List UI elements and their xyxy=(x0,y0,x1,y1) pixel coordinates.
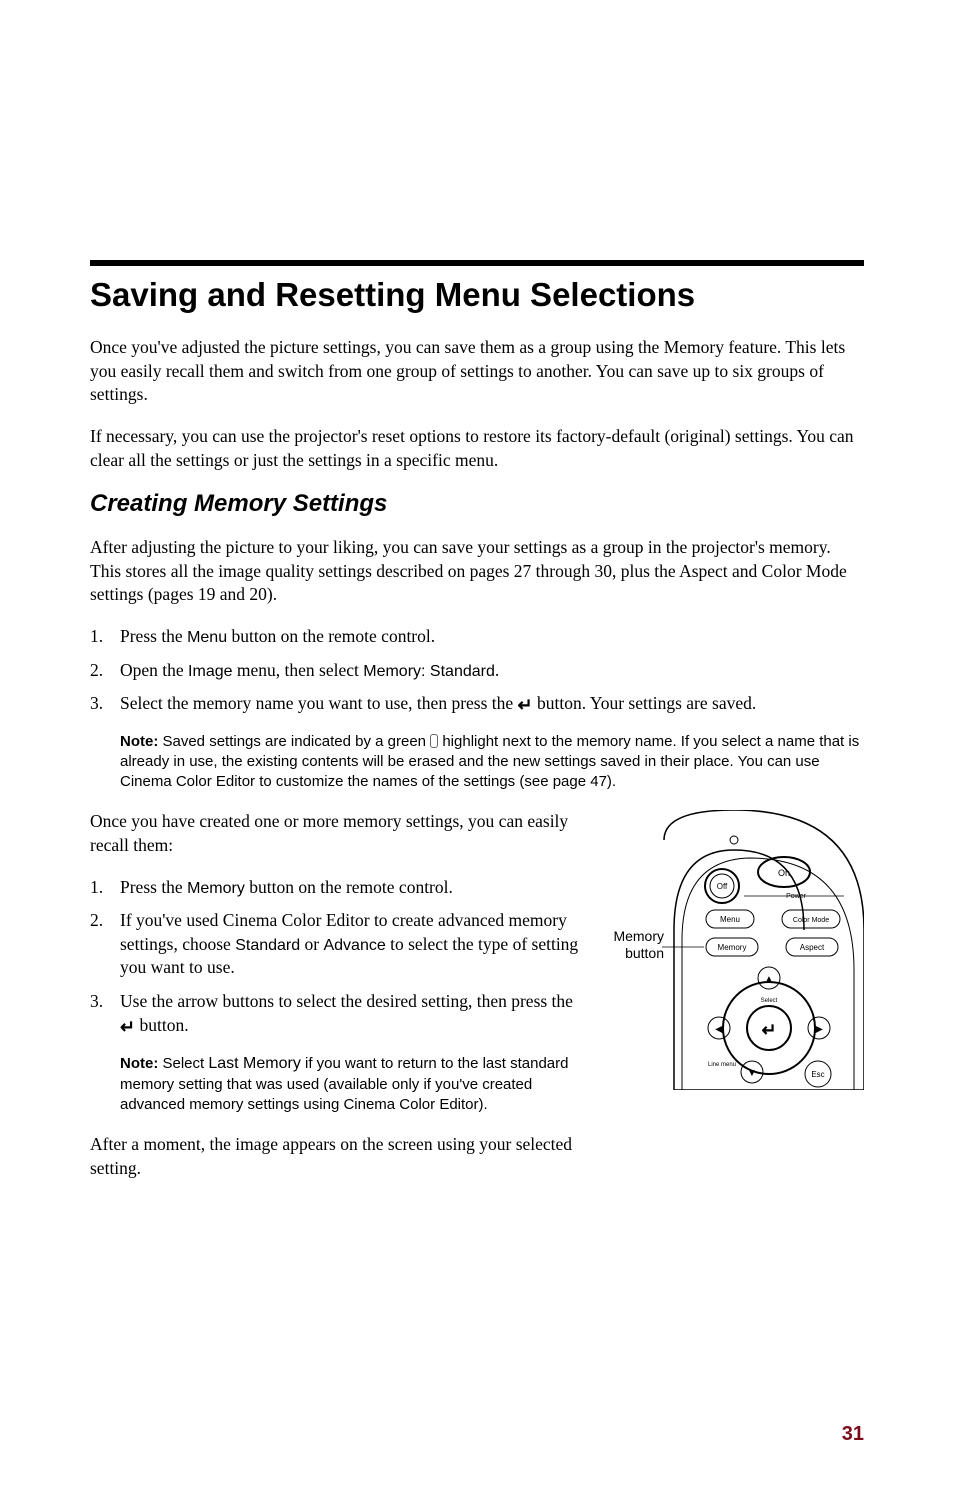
enter-btn-icon: ↵ xyxy=(761,1020,776,1040)
advance-label: Advance xyxy=(323,937,385,954)
procedure-list-b: 1. Press the Memory button on the remote… xyxy=(90,876,580,1039)
last-memory-label: Last Memory xyxy=(208,1055,300,1072)
memory-btn: Memory xyxy=(718,943,747,952)
down-arrow-icon: ▼ xyxy=(747,1068,757,1079)
between-paragraph: Once you have created one or more memory… xyxy=(90,810,580,857)
intro-paragraph-1: Once you've adjusted the picture setting… xyxy=(90,336,864,407)
enter-icon: ↵ xyxy=(518,693,533,717)
step-a3: 3. Select the memory name you want to us… xyxy=(90,692,864,717)
procedure-list-a: 1. Press the Menu button on the remote c… xyxy=(90,625,864,718)
intro-paragraph-2: If necessary, you can use the projector'… xyxy=(90,425,864,472)
memory-button-label: Memory xyxy=(187,880,245,897)
memory-standard-label: Memory: Standard xyxy=(363,663,495,680)
enter-icon: ↵ xyxy=(120,1015,135,1039)
menu-btn: Menu xyxy=(720,915,740,924)
highlight-pill-icon xyxy=(430,734,438,748)
page-title: Saving and Resetting Menu Selections xyxy=(90,276,864,314)
on-button: On xyxy=(778,868,790,878)
closing-paragraph: After a moment, the image appears on the… xyxy=(90,1133,580,1180)
select-label: Select xyxy=(761,998,778,1004)
colormode-btn: Color Mode xyxy=(793,917,829,924)
title-rule xyxy=(90,260,864,266)
note-2: Note: Select Last Memory if you want to … xyxy=(120,1053,580,1115)
up-arrow-icon: ▲ xyxy=(764,974,774,985)
off-button: Off xyxy=(717,882,728,891)
aspect-btn: Aspect xyxy=(800,943,825,952)
standard-label: Standard xyxy=(235,937,300,954)
note-1: Note: Saved settings are indicated by a … xyxy=(120,732,864,793)
step-a2: 2. Open the Image menu, then select Memo… xyxy=(90,659,864,683)
section-heading: Creating Memory Settings xyxy=(90,490,864,518)
section-intro: After adjusting the picture to your liki… xyxy=(90,536,864,607)
step-b2: 2. If you've used Cinema Color Editor to… xyxy=(90,909,580,980)
left-arrow-icon: ◀ xyxy=(715,1024,723,1035)
step-b3: 3. Use the arrow buttons to select the d… xyxy=(90,990,580,1039)
step-b1: 1. Press the Memory button on the remote… xyxy=(90,876,580,900)
note-label: Note: xyxy=(120,733,158,750)
right-arrow-icon: ▶ xyxy=(815,1024,823,1035)
page-number: 31 xyxy=(842,1423,864,1446)
menu-button-label: Menu xyxy=(187,629,227,646)
note-label: Note: xyxy=(120,1055,158,1072)
power-label: Power xyxy=(786,893,807,900)
linemenu-label: Line menu xyxy=(708,1062,736,1068)
image-menu-label: Image xyxy=(188,663,232,680)
esc-btn: Esc xyxy=(811,1070,824,1079)
callout-label: Memory button xyxy=(596,928,664,962)
step-a1: 1. Press the Menu button on the remote c… xyxy=(90,625,864,649)
